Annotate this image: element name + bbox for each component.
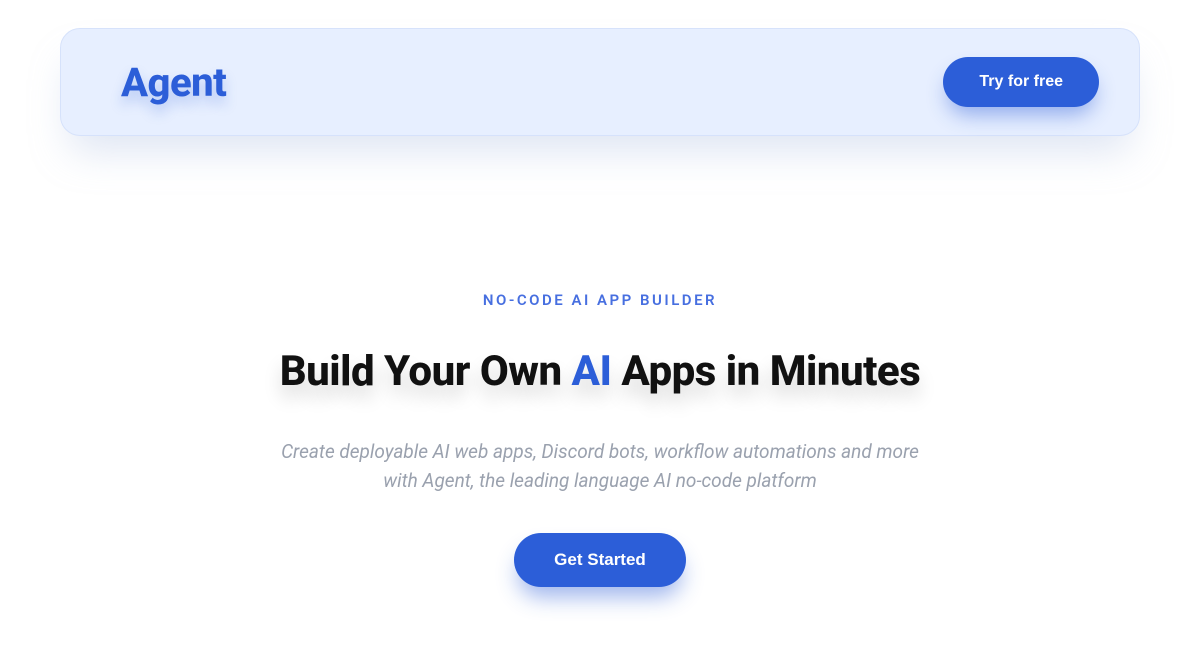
headline-highlight: AI [572, 347, 612, 396]
hero-eyebrow: NO-CODE AI APP BUILDER [40, 291, 1160, 309]
hero-section: NO-CODE AI APP BUILDER Build Your Own AI… [0, 291, 1200, 587]
headline-post: Apps in Minutes [611, 347, 920, 396]
try-for-free-button[interactable]: Try for free [943, 57, 1099, 107]
hero-subtitle: Create deployable AI web apps, Discord b… [260, 438, 940, 495]
hero-headline: Build Your Own AI Apps in Minutes [40, 347, 1160, 396]
get-started-button[interactable]: Get Started [514, 533, 686, 587]
subtitle-line1: Create deployable AI web apps, Discord b… [281, 440, 919, 463]
subtitle-line2: with Agent, the leading language AI no-c… [383, 469, 817, 492]
product-logo[interactable]: Agent [121, 59, 226, 106]
header-banner: Agent Try for free [60, 28, 1140, 136]
headline-pre: Build Your Own [280, 347, 572, 396]
